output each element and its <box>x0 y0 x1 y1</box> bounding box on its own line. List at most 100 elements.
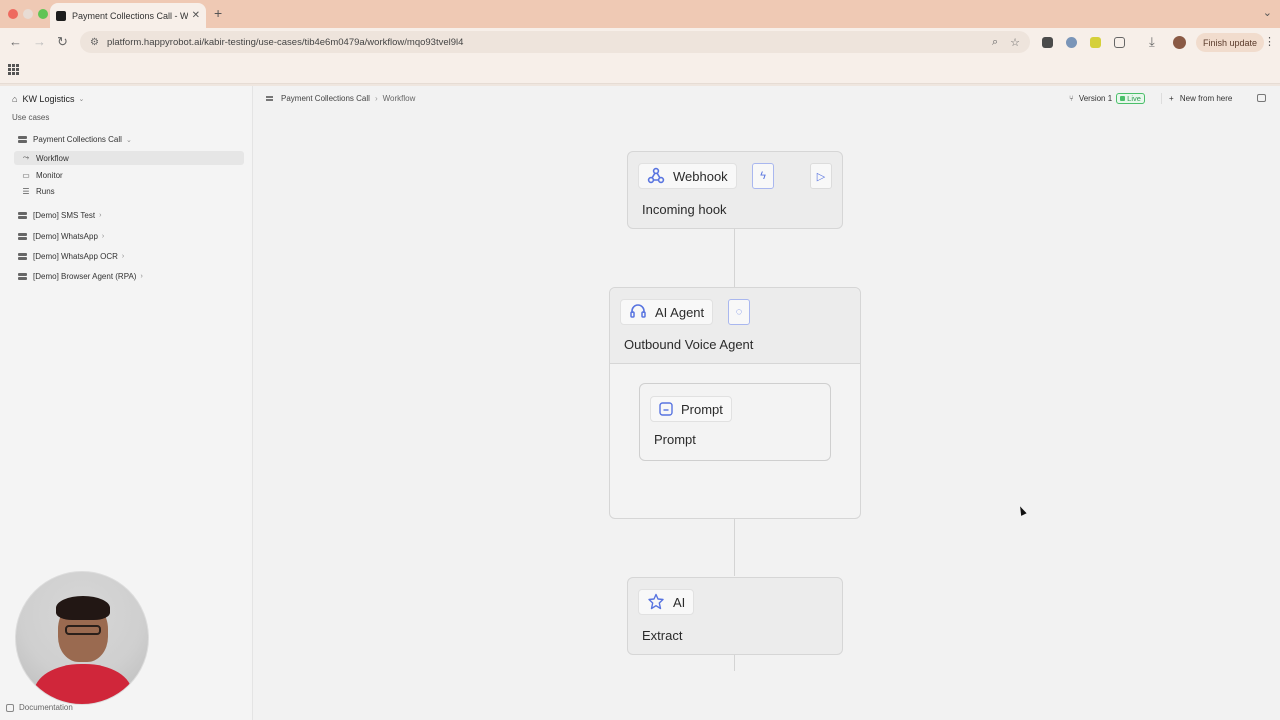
sidebar-item-sms-test[interactable]: [Demo] SMS Test › <box>18 208 101 223</box>
window-close-button[interactable] <box>8 9 18 19</box>
sidebar-item-monitor[interactable]: ▭ Monitor <box>14 168 244 182</box>
monitor-icon: ▭ <box>22 170 30 180</box>
play-icon: ▷ <box>816 170 826 183</box>
agent-settings-button[interactable]: ◌ <box>728 299 750 325</box>
sidebar-item-label: [Demo] WhatsApp OCR <box>33 252 118 261</box>
node-name: Prompt <box>654 432 696 447</box>
sidebar-item-whatsapp-ocr[interactable]: [Demo] WhatsApp OCR › <box>18 249 124 264</box>
workflow-edge <box>734 518 735 576</box>
forward-arrow-icon[interactable]: → <box>33 34 46 49</box>
tab-search-chevron-icon[interactable]: ⌄ <box>1263 6 1272 19</box>
webhook-icon <box>647 167 665 185</box>
extension-icon[interactable] <box>1042 37 1053 48</box>
workflow-edge <box>734 229 735 287</box>
org-name: KW Logistics <box>22 94 75 104</box>
node-type-label: Webhook <box>673 168 728 184</box>
sidebar-item-label: [Demo] SMS Test <box>33 211 96 220</box>
extension-icon[interactable] <box>1066 37 1077 48</box>
version-selector[interactable]: ⑂ Version 1 Live <box>1069 93 1145 104</box>
window-minimize-button[interactable] <box>23 9 33 19</box>
node-type-label: AI <box>673 594 686 610</box>
breadcrumb-separator-icon: › <box>374 94 378 103</box>
workflow-icon: ⤳ <box>22 153 30 162</box>
node-type-chip: Webhook <box>638 163 737 189</box>
chevron-right-icon: › <box>101 233 105 240</box>
breadcrumb: Payment Collections Call › Workflow <box>266 94 415 103</box>
live-label: Live <box>1127 94 1141 103</box>
site-favicon-icon <box>56 10 66 21</box>
downloads-icon[interactable]: ⤓ <box>1149 34 1155 50</box>
sidebar-item-label: Workflow <box>36 153 69 163</box>
sidebar-item-label: Monitor <box>36 170 63 180</box>
browser-toolbar: ← → ↻ ⚙ platform.happyrobot.ai/kabir-tes… <box>0 28 1280 56</box>
finish-update-button[interactable]: Finish update <box>1196 33 1265 52</box>
header-divider <box>1161 93 1162 104</box>
webcam-person-hair <box>56 596 110 620</box>
new-from-here-button[interactable]: + New from here <box>1169 94 1232 103</box>
sidebar-item-workflow[interactable]: ⤳ Workflow <box>14 151 244 165</box>
panel-toggle-icon[interactable] <box>1257 94 1266 102</box>
version-label: Version 1 <box>1078 94 1113 103</box>
lightning-icon: ϟ <box>760 170 766 182</box>
chevron-down-icon: ⌄ <box>125 136 132 144</box>
more-menu-icon[interactable]: ⋮ <box>1264 35 1275 48</box>
bookmark-star-icon[interactable]: ☆ <box>1010 36 1020 49</box>
zoom-icon[interactable]: ⌕ <box>992 36 998 49</box>
breadcrumb-root[interactable]: Payment Collections Call <box>281 94 370 103</box>
extensions-puzzle-icon[interactable] <box>1114 37 1125 48</box>
address-bar[interactable]: ⚙ platform.happyrobot.ai/kabir-testing/u… <box>80 31 1030 53</box>
tab-title: Payment Collections Call - W <box>72 10 188 21</box>
extension-icon[interactable] <box>1090 37 1101 48</box>
org-switcher[interactable]: ⌂ KW Logistics ⌄ <box>12 94 84 104</box>
webcam-person-body <box>34 664 132 704</box>
node-type-chip: AI <box>638 589 695 615</box>
sidebar-item-payment-collections[interactable]: Payment Collections Call ⌄ <box>18 132 132 147</box>
sidebar-item-whatsapp[interactable]: [Demo] WhatsApp › <box>18 229 104 244</box>
plus-icon: + <box>1169 94 1174 103</box>
apps-grid-icon[interactable] <box>8 64 19 75</box>
url-text: platform.happyrobot.ai/kabir-testing/use… <box>106 36 464 48</box>
documentation-label: Documentation <box>19 703 73 712</box>
run-play-button[interactable]: ▷ <box>810 163 832 189</box>
workflow-edge <box>734 655 735 671</box>
tab-close-icon[interactable]: ✕ <box>192 10 200 21</box>
ai-agent-node[interactable]: AI Agent ◌ Outbound Voice Agent Prompt P… <box>609 287 861 519</box>
node-type-label: AI Agent <box>655 304 705 320</box>
sidebar-item-label: Payment Collections Call <box>33 135 122 144</box>
webcam-overlay <box>15 571 149 705</box>
layers-icon <box>266 95 273 102</box>
section-label-use-cases: Use cases <box>12 113 50 122</box>
prompt-node[interactable]: Prompt Prompt <box>639 383 831 461</box>
organization-icon: ⌂ <box>12 94 18 104</box>
node-name: Outbound Voice Agent <box>624 337 754 352</box>
breadcrumb-current: Workflow <box>382 94 416 103</box>
reload-icon[interactable]: ↻ <box>57 34 68 50</box>
browser-tab[interactable]: Payment Collections Call - W ✕ <box>50 3 206 28</box>
webcam-person-glasses <box>65 625 101 635</box>
bookmarks-bar <box>0 56 1280 84</box>
chevron-right-icon: › <box>99 212 102 219</box>
headset-small-icon: ◌ <box>735 306 743 318</box>
mouse-cursor-icon <box>1017 505 1027 516</box>
branch-icon: ⑂ <box>1069 94 1074 103</box>
runs-list-icon: ☰ <box>22 186 30 196</box>
sidebar-item-browser-agent[interactable]: [Demo] Browser Agent (RPA) › <box>18 269 143 284</box>
app-root: ⌂ KW Logistics ⌄ Use cases Payment Colle… <box>0 86 1280 720</box>
new-tab-icon[interactable]: + <box>214 5 222 21</box>
site-settings-icon[interactable]: ⚙ <box>90 37 99 48</box>
sidebar: ⌂ KW Logistics ⌄ Use cases Payment Colle… <box>0 86 253 720</box>
sidebar-item-label: [Demo] WhatsApp <box>33 232 98 241</box>
profile-avatar[interactable] <box>1173 36 1186 49</box>
trigger-bolt-button[interactable]: ϟ <box>752 163 774 189</box>
ai-extract-node[interactable]: AI Extract <box>627 577 843 655</box>
window-maximize-button[interactable] <box>38 9 48 19</box>
node-name: Extract <box>642 628 683 643</box>
webhook-node[interactable]: Webhook ϟ ▷ Incoming hook <box>627 151 843 229</box>
sidebar-item-runs[interactable]: ☰ Runs <box>14 184 244 198</box>
live-badge: Live <box>1116 93 1145 104</box>
back-arrow-icon[interactable]: ← <box>9 34 22 49</box>
chevron-right-icon: › <box>121 253 125 260</box>
node-type-chip: AI Agent <box>620 299 714 325</box>
documentation-link[interactable]: Documentation <box>6 703 73 712</box>
chevron-down-icon: ⌄ <box>78 96 85 103</box>
